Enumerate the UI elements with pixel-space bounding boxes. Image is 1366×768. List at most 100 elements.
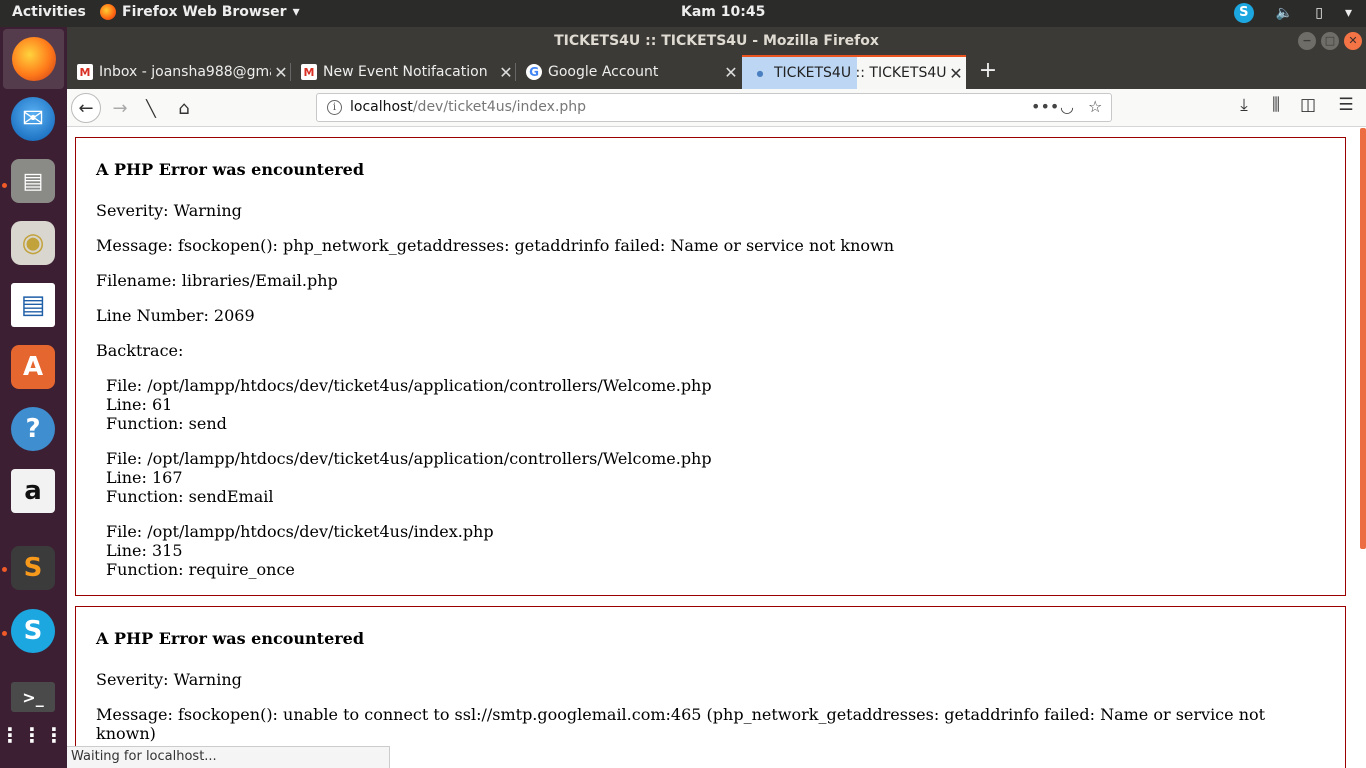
firefox-icon	[100, 4, 116, 20]
error-heading: A PHP Error was encountered	[96, 629, 365, 648]
running-indicator	[2, 183, 7, 188]
menu-icon[interactable]: ☰	[1335, 95, 1357, 115]
close-icon[interactable]: ✕	[721, 63, 741, 82]
speaker-icon: ◉	[11, 221, 55, 265]
status-bar: Waiting for localhost...	[67, 746, 390, 768]
google-icon: G	[526, 64, 542, 80]
skype-icon: S	[11, 609, 55, 653]
dock-software[interactable]: A	[9, 343, 57, 391]
sidebar-icon[interactable]: ◫	[1297, 95, 1319, 115]
new-tab-button[interactable]: +	[973, 55, 1003, 89]
terminal-icon: >_	[11, 682, 55, 712]
gmail-icon: M	[77, 64, 93, 80]
skype-tray-icon[interactable]: S	[1233, 3, 1254, 23]
url-text[interactable]: localhost/dev/ticket4us/index.php	[350, 99, 586, 115]
close-window-button[interactable]: ✕	[1344, 32, 1362, 50]
minimize-button[interactable]: −	[1298, 32, 1316, 50]
volume-icon[interactable]: 🔈	[1276, 5, 1293, 21]
backtrace-file: File: /opt/lampp/htdocs/dev/ticket4us/in…	[106, 522, 494, 541]
files-icon: ▤	[11, 159, 55, 203]
system-tray[interactable]: S 🔈 ▯ ▾	[1233, 3, 1352, 23]
close-icon[interactable]: ✕	[946, 64, 966, 83]
tab-label: New Event Notifacation	[323, 64, 488, 80]
backtrace-file: File: /opt/lampp/htdocs/dev/ticket4us/ap…	[106, 449, 712, 468]
backtrace-line: Line: 167	[106, 468, 183, 487]
navigation-toolbar: ← → ╲ ⌂ i localhost/dev/ticket4us/index.…	[67, 89, 1366, 127]
backtrace-line: Line: 315	[106, 541, 183, 560]
tab-label: Google Account	[548, 64, 659, 80]
tab-inbox[interactable]: M Inbox - joansha988@gma ✕	[67, 55, 291, 89]
clock[interactable]: Kam 10:45	[681, 4, 765, 20]
downloads-icon[interactable]: ⤓	[1233, 95, 1255, 115]
info-icon[interactable]: i	[327, 100, 342, 115]
tab-label: TICKETS4U :: TICKETS4U	[774, 65, 946, 81]
arrow-left-icon: ←	[78, 97, 94, 119]
sublime-text-icon: S	[11, 546, 55, 590]
backtrace-line: Line: 61	[106, 395, 173, 414]
url-bar[interactable]: i localhost/dev/ticket4us/index.php ••• …	[316, 93, 1112, 122]
stop-button[interactable]: ╲	[136, 93, 166, 123]
dock-amazon[interactable]: a	[9, 467, 57, 515]
forward-button[interactable]: →	[105, 93, 135, 123]
battery-icon[interactable]: ▯	[1315, 5, 1323, 21]
running-indicator	[2, 567, 7, 572]
maximize-button[interactable]: □	[1321, 32, 1339, 50]
page-content: A PHP Error was encountered Severity: Wa…	[67, 128, 1366, 768]
app-grid-icon: ⋮⋮⋮	[0, 723, 66, 747]
pocket-icon[interactable]: ◡	[1060, 97, 1074, 116]
backtrace-label: Backtrace:	[96, 341, 184, 360]
close-icon[interactable]: ✕	[271, 63, 291, 82]
loading-icon: ●	[756, 68, 764, 78]
error-severity: Severity: Warning	[96, 670, 242, 689]
url-path: /dev/ticket4us/index.php	[412, 99, 587, 115]
tab-google-account[interactable]: G Google Account ✕	[516, 55, 741, 89]
chevron-down-icon: ▾	[292, 4, 300, 20]
home-button[interactable]: ⌂	[169, 93, 199, 123]
app-menu[interactable]: Firefox Web Browser ▾	[100, 4, 300, 20]
gmail-icon: M	[301, 64, 317, 80]
dock-firefox[interactable]	[3, 29, 64, 89]
backtrace-entry: File: /opt/lampp/htdocs/dev/ticket4us/in…	[106, 522, 1325, 579]
dock-sublime[interactable]: S	[9, 544, 57, 592]
home-icon: ⌂	[178, 97, 190, 119]
stop-loading-icon: ╲	[146, 98, 156, 118]
tab-bar: M Inbox - joansha988@gma ✕ M New Event N…	[67, 55, 1366, 89]
page-actions-icon[interactable]: •••	[1031, 97, 1059, 116]
launcher-dock: ✉ ▤ ◉ ▤ A ? a S S >_ ⋮⋮⋮	[0, 27, 67, 768]
error-message: Message: fsockopen(): unable to connect …	[96, 705, 1266, 743]
writer-document-icon: ▤	[11, 283, 55, 327]
dock-thunderbird[interactable]: ✉	[9, 95, 57, 143]
dock-writer[interactable]: ▤	[9, 281, 57, 329]
software-center-icon: A	[11, 345, 55, 389]
close-icon[interactable]: ✕	[496, 63, 516, 82]
dock-rhythmbox[interactable]: ◉	[9, 219, 57, 267]
dock-help[interactable]: ?	[9, 405, 57, 453]
chevron-down-icon[interactable]: ▾	[1345, 5, 1352, 21]
library-icon[interactable]: ⫼	[1265, 95, 1287, 115]
tab-tickets4u[interactable]: ● TICKETS4U :: TICKETS4U ✕	[742, 55, 966, 89]
tab-new-event-notification[interactable]: M New Event Notifacation ✕	[291, 55, 516, 89]
arrow-right-icon: →	[112, 97, 128, 119]
bookmark-star-icon[interactable]: ☆	[1088, 97, 1102, 116]
firefox-icon	[11, 37, 56, 81]
thunderbird-icon: ✉	[11, 97, 55, 141]
amazon-icon: a	[11, 469, 55, 513]
dock-files[interactable]: ▤	[9, 157, 57, 205]
backtrace-function: Function: require_once	[106, 560, 295, 579]
scrollbar-thumb[interactable]	[1360, 128, 1366, 549]
back-button[interactable]: ←	[71, 93, 101, 123]
error-severity: Severity: Warning	[96, 201, 242, 220]
php-error-box: A PHP Error was encountered Severity: Wa…	[75, 606, 1346, 768]
window-title-bar[interactable]: TICKETS4U :: TICKETS4U - Mozilla Firefox…	[67, 27, 1366, 55]
tab-label: Inbox - joansha988@gma	[99, 64, 271, 80]
url-host: localhost	[350, 99, 413, 115]
activities-button[interactable]: Activities	[12, 4, 86, 20]
dock-show-apps[interactable]: ⋮⋮⋮	[0, 711, 66, 759]
error-line-number: Line Number: 2069	[96, 306, 255, 325]
php-error-box: A PHP Error was encountered Severity: Wa…	[75, 137, 1346, 596]
backtrace-file: File: /opt/lampp/htdocs/dev/ticket4us/ap…	[106, 376, 712, 395]
dock-skype[interactable]: S	[9, 607, 57, 655]
firefox-window: TICKETS4U :: TICKETS4U - Mozilla Firefox…	[67, 27, 1366, 768]
backtrace-entry: File: /opt/lampp/htdocs/dev/ticket4us/ap…	[106, 449, 1325, 506]
error-heading: A PHP Error was encountered	[96, 160, 365, 179]
